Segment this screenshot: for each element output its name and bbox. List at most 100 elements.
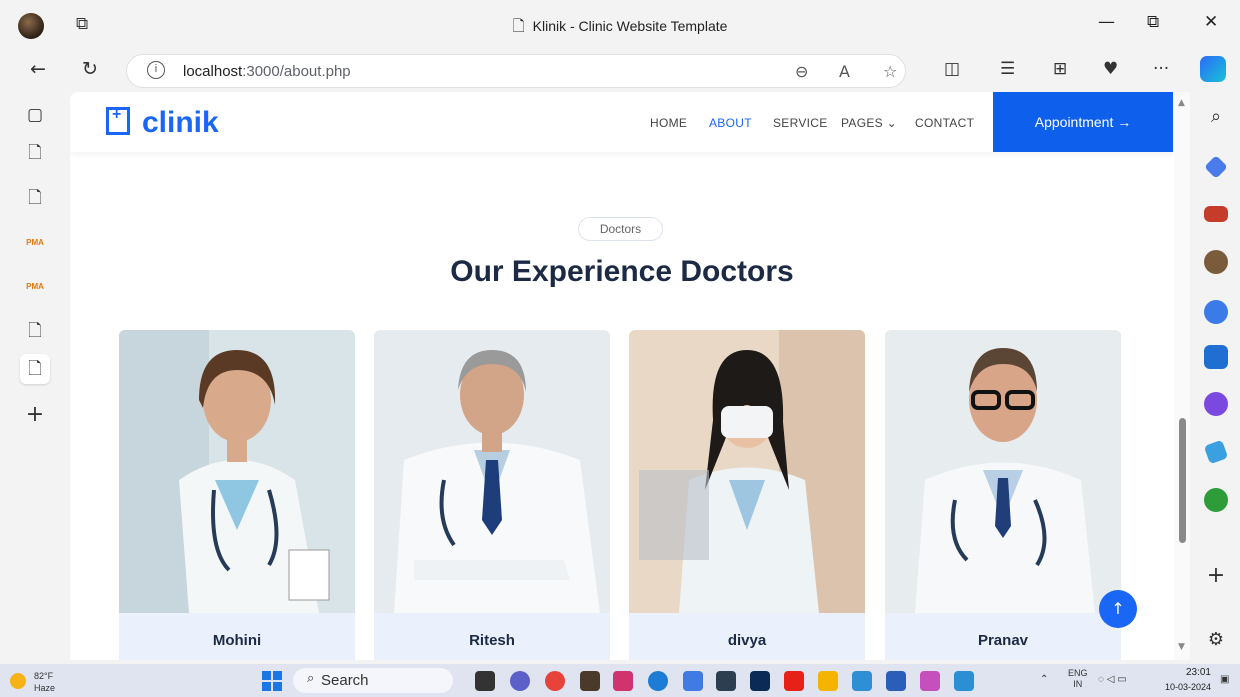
close-button[interactable]: ✕ xyxy=(1204,12,1218,32)
app-icon[interactable] xyxy=(920,671,940,691)
tab-page-icon-active[interactable]: 🗋 xyxy=(20,354,50,384)
tab-page-icon[interactable]: 🗋 xyxy=(20,183,50,213)
chrome-icon[interactable] xyxy=(545,671,565,691)
site-info-icon[interactable]: i xyxy=(147,61,165,79)
nav-about[interactable]: ABOUT xyxy=(709,116,752,130)
time: 23:01 xyxy=(1185,667,1211,678)
send-icon[interactable] xyxy=(1203,439,1229,465)
app-icon[interactable] xyxy=(852,671,872,691)
outlook-icon[interactable] xyxy=(1204,345,1228,369)
appointment-button[interactable]: Appointment → xyxy=(993,92,1173,152)
brand-name: clinik xyxy=(142,106,219,139)
more-options-icon[interactable]: ··· xyxy=(1153,59,1169,79)
terminal-icon[interactable] xyxy=(716,671,736,691)
microsoft365-icon[interactable] xyxy=(1204,300,1228,324)
browser-toolbar: ← ↻ i localhost:3000/about.php ⊖ A ☆ ◫ ☰… xyxy=(0,50,1240,90)
word-icon[interactable] xyxy=(886,671,906,691)
refresh-icon[interactable]: ↻ xyxy=(82,58,98,80)
meet-icon[interactable] xyxy=(510,671,530,691)
address-bar[interactable]: i localhost:3000/about.php ⊖ A ☆ xyxy=(126,54,906,88)
doctor-photo xyxy=(374,330,610,613)
nav-pages-dropdown[interactable]: PAGES ⌄ xyxy=(841,116,897,130)
copilot-icon[interactable] xyxy=(1200,56,1226,82)
edge-icon[interactable] xyxy=(648,671,668,691)
app-icon[interactable] xyxy=(613,671,633,691)
file-explorer-icon[interactable] xyxy=(818,671,838,691)
url-host: localhost xyxy=(183,63,243,80)
favorites-icon[interactable]: ☰ xyxy=(1000,59,1015,79)
scroll-thumb[interactable] xyxy=(1179,418,1186,543)
network-volume-battery-icon[interactable]: ◌ ◁ ▭ xyxy=(1098,674,1127,685)
scroll-up-icon[interactable]: ▲ xyxy=(1178,98,1185,108)
taskview-icon[interactable] xyxy=(475,671,495,691)
start-button[interactable] xyxy=(262,671,282,691)
favorite-star-icon[interactable]: ☆ xyxy=(883,62,897,81)
search-icon: ⌕ xyxy=(307,671,315,686)
tray-chevron-icon[interactable]: ⌃ xyxy=(1040,674,1048,685)
vertical-tabs: ▢ 🗋 🗋 PMA PMA 🗋 🗋 + xyxy=(0,92,70,660)
site-header: clinik HOME ABOUT SERVICE PAGES ⌄ CONTAC… xyxy=(70,92,1174,152)
weather-condition: Haze xyxy=(34,683,56,693)
tab-phpmyadmin-icon[interactable]: PMA xyxy=(20,228,50,258)
taskbar-search[interactable]: ⌕ Search xyxy=(293,668,453,693)
doctor-card[interactable]: Ritesh xyxy=(374,330,610,660)
notification-icon[interactable]: ▣ xyxy=(1220,674,1229,685)
tab-actions-menu-icon[interactable]: ▢ xyxy=(20,100,50,130)
vscode-icon[interactable] xyxy=(954,671,974,691)
region: IN xyxy=(1073,679,1083,689)
doctor-card[interactable]: divya xyxy=(629,330,865,660)
restore-button[interactable]: ⧉ xyxy=(1147,12,1159,32)
designer-icon[interactable] xyxy=(1204,392,1228,416)
web-viewport: clinik HOME ABOUT SERVICE PAGES ⌄ CONTAC… xyxy=(70,92,1174,660)
doctor-card[interactable]: Pranav xyxy=(885,330,1121,660)
doctor-photo xyxy=(119,330,355,613)
add-sidebar-icon[interactable]: + xyxy=(1204,564,1228,588)
nav-service[interactable]: SERVICE xyxy=(773,116,828,130)
section-title: Our Experience Doctors xyxy=(450,255,794,288)
doctor-name: Pranav xyxy=(885,613,1121,660)
search-icon[interactable]: ⌕ xyxy=(1204,105,1228,129)
section-badge: Doctors xyxy=(578,217,663,241)
window-title-text: Klinik - Clinic Website Template xyxy=(532,18,728,34)
clock[interactable]: 23:01 10-03-2024 xyxy=(1165,666,1211,692)
doctor-name: divya xyxy=(629,613,865,660)
split-screen-icon[interactable]: ◫ xyxy=(944,59,960,79)
zoom-icon[interactable]: ⊖ xyxy=(795,62,808,81)
nav-home[interactable]: HOME xyxy=(650,116,687,130)
settings-gear-icon[interactable]: ⚙ xyxy=(1204,628,1228,652)
notepad-icon[interactable] xyxy=(683,671,703,691)
document-icon: 🗋 xyxy=(512,17,525,35)
tab-page-icon[interactable]: 🗋 xyxy=(20,316,50,346)
windows-taskbar: 82°F Haze ⌕ Search ⌃ ENG IN ◌ ◁ ▭ 23:01 10-0… xyxy=(0,664,1240,697)
collections-icon[interactable]: ⊞ xyxy=(1053,59,1067,79)
hospital-icon xyxy=(106,106,130,135)
tab-page-icon[interactable]: 🗋 xyxy=(20,138,50,168)
photoshop-icon[interactable] xyxy=(750,671,770,691)
tools-icon[interactable] xyxy=(1204,206,1228,222)
minimize-button[interactable]: — xyxy=(1098,12,1115,32)
read-aloud-icon[interactable]: A xyxy=(839,62,850,81)
search-label: Search xyxy=(321,672,369,689)
nav-contact[interactable]: CONTACT xyxy=(915,116,974,130)
doctor-card[interactable]: Mohini xyxy=(119,330,355,660)
performance-icon[interactable]: ♥ xyxy=(1103,59,1118,79)
shopping-tag-icon[interactable] xyxy=(1204,155,1228,179)
page-scrollbar[interactable]: ▲ ▼ xyxy=(1174,92,1190,660)
youtube-icon[interactable] xyxy=(784,671,804,691)
temperature: 82°F xyxy=(34,671,54,681)
scroll-down-icon[interactable]: ▼ xyxy=(1178,642,1185,652)
language-indicator[interactable]: ENG IN xyxy=(1068,668,1088,690)
games-icon[interactable] xyxy=(1204,250,1228,274)
back-icon[interactable]: ← xyxy=(30,58,46,80)
back-to-top-button[interactable]: ↑ xyxy=(1099,590,1137,628)
app-icon[interactable] xyxy=(580,671,600,691)
url-text[interactable]: localhost:3000/about.php xyxy=(183,63,351,80)
language: ENG xyxy=(1068,668,1088,678)
tab-phpmyadmin-icon[interactable]: PMA xyxy=(20,272,50,302)
tree-icon[interactable] xyxy=(1204,488,1228,512)
new-tab-icon[interactable]: + xyxy=(20,400,50,430)
date: 10-03-2024 xyxy=(1164,682,1211,692)
title-bar: ⧉ 🗋 Klinik - Clinic Website Template — ⧉ … xyxy=(0,0,1240,50)
doctor-photo xyxy=(885,330,1121,613)
site-logo[interactable]: clinik xyxy=(106,106,219,140)
